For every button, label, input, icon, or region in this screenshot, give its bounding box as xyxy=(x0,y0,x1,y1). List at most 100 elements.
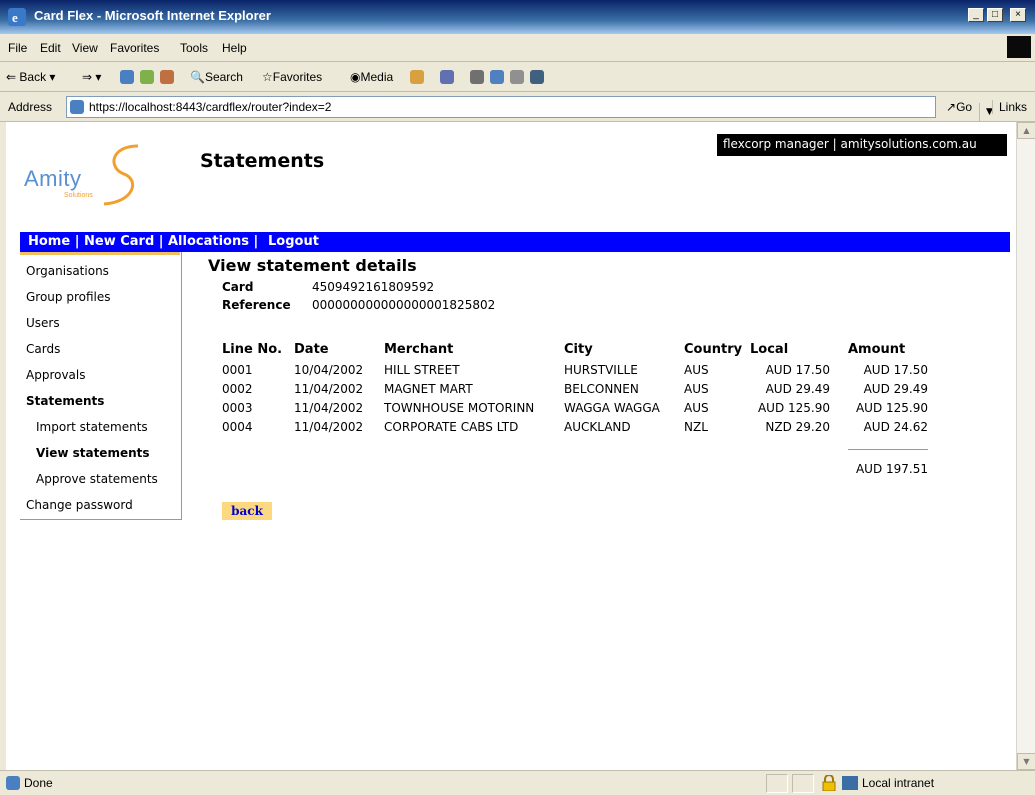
status-text: Done xyxy=(24,776,53,790)
amity-logo: Amity Solutions xyxy=(22,140,152,210)
table-cell: AUD 29.49 xyxy=(765,382,830,396)
stop-icon[interactable] xyxy=(120,70,134,84)
table-cell: AUS xyxy=(684,382,709,396)
vertical-scrollbar[interactable]: ▲ ▼ xyxy=(1016,122,1035,770)
page-icon xyxy=(70,100,84,114)
table-cell: AUD 125.90 xyxy=(757,401,830,415)
toolbar: ⇐ Back ▾ ⇒ ▾ 🔍Search ☆Favorites ◉Media xyxy=(0,62,1035,92)
menu-favorites[interactable]: Favorites xyxy=(110,41,159,55)
minimize-button[interactable]: _ xyxy=(968,8,984,22)
nav-allocations[interactable]: Allocations | xyxy=(168,234,258,249)
status-bar: Done Local intranet xyxy=(0,770,1035,795)
title-bar: e Card Flex - Microsoft Internet Explore… xyxy=(0,0,1035,34)
card-value: 4509492161809592 xyxy=(312,280,435,294)
menu-view[interactable]: View xyxy=(72,41,98,55)
table-cell: AUCKLAND xyxy=(564,420,631,434)
table-cell: AUD 24.62 xyxy=(863,420,928,434)
zone-text: Local intranet xyxy=(862,776,935,790)
table-cell: MAGNET MART xyxy=(384,382,473,396)
table-cell: WAGGA WAGGA xyxy=(564,401,660,415)
sidebar-item-change-password[interactable]: Change password xyxy=(26,498,133,512)
address-bar: Address https://localhost:8443/cardflex/… xyxy=(0,92,1035,122)
nav-new-card[interactable]: New Card | xyxy=(84,234,164,249)
window-title: Card Flex - Microsoft Internet Explorer xyxy=(34,8,271,23)
media-label: Media xyxy=(360,70,394,84)
table-cell: NZD 29.20 xyxy=(765,420,830,434)
logo-subtext: Solutions xyxy=(64,192,93,199)
sidebar-item-users[interactable]: Users xyxy=(26,316,60,330)
intranet-zone-icon xyxy=(842,776,858,790)
sidebar-item-statements[interactable]: Statements xyxy=(26,394,104,408)
go-button[interactable]: ↗Go xyxy=(946,100,972,114)
scroll-down-icon[interactable]: ▼ xyxy=(1017,753,1035,770)
refresh-icon[interactable] xyxy=(140,70,154,84)
table-cell: AUD 17.50 xyxy=(863,363,928,377)
col-header-merchant: Merchant xyxy=(384,342,454,357)
search-label: Search xyxy=(204,70,243,84)
table-cell: 0004 xyxy=(222,420,253,434)
total-divider xyxy=(848,449,928,450)
search-button[interactable]: 🔍Search xyxy=(190,70,243,84)
messenger-icon[interactable] xyxy=(530,70,544,84)
lock-icon xyxy=(822,775,836,791)
back-nav-label: Back xyxy=(19,70,47,84)
address-label: Address xyxy=(8,100,53,114)
back-nav-button[interactable]: ⇐ Back ▾ xyxy=(6,70,55,84)
table-cell: AUS xyxy=(684,401,709,415)
sidebar-accent xyxy=(20,252,180,255)
page-viewport: Amity Solutions Statements flexcorp mana… xyxy=(6,122,1016,770)
table-cell: AUD 17.50 xyxy=(765,363,830,377)
table-cell: NZL xyxy=(684,420,708,434)
nav-home[interactable]: Home | xyxy=(28,234,79,249)
nav-logout[interactable]: Logout xyxy=(268,234,319,249)
table-cell: AUD 125.90 xyxy=(855,401,928,415)
sidebar-item-approve-statements[interactable]: Approve statements xyxy=(36,472,158,486)
status-panel xyxy=(766,774,788,793)
nav-bar: Home | New Card | Allocations | Logout xyxy=(20,232,1010,252)
mail-icon[interactable] xyxy=(440,70,454,84)
favorites-button[interactable]: ☆Favorites xyxy=(262,70,322,84)
sidebar-item-cards[interactable]: Cards xyxy=(26,342,60,356)
menu-tools[interactable]: Tools xyxy=(180,41,208,55)
back-button[interactable]: back xyxy=(222,502,272,520)
history-icon[interactable] xyxy=(410,70,424,84)
sidebar-item-view-statements[interactable]: View statements xyxy=(36,446,150,460)
svg-text:e: e xyxy=(12,10,18,25)
total-amount: AUD 197.51 xyxy=(855,462,928,476)
links-button[interactable]: Links xyxy=(992,100,1027,114)
scroll-up-icon[interactable]: ▲ xyxy=(1017,122,1035,139)
discuss-icon[interactable] xyxy=(510,70,524,84)
table-cell: BELCONNEN xyxy=(564,382,639,396)
address-input[interactable]: https://localhost:8443/cardflex/router?i… xyxy=(66,96,999,121)
reference-value: 000000000000000001825802 xyxy=(312,298,496,312)
status-panel xyxy=(792,774,814,793)
table-cell: 11/04/2002 xyxy=(294,401,364,415)
menu-help[interactable]: Help xyxy=(222,41,247,55)
edit-icon[interactable] xyxy=(490,70,504,84)
col-header-city: City xyxy=(564,342,593,357)
table-cell: CORPORATE CABS LTD xyxy=(384,420,519,434)
media-button[interactable]: ◉Media xyxy=(350,70,393,84)
menu-file[interactable]: File xyxy=(8,41,27,55)
favorites-label: Favorites xyxy=(272,70,323,84)
table-cell: 11/04/2002 xyxy=(294,382,364,396)
sidebar-item-group-profiles[interactable]: Group profiles xyxy=(26,290,111,304)
sidebar-item-organisations[interactable]: Organisations xyxy=(26,264,109,278)
maximize-button[interactable]: □ xyxy=(987,8,1003,22)
home-icon[interactable] xyxy=(160,70,174,84)
table-cell: TOWNHOUSE MOTORINN xyxy=(384,401,535,415)
menu-edit[interactable]: Edit xyxy=(40,41,61,55)
forward-nav-button[interactable]: ⇒ ▾ xyxy=(82,70,101,84)
sidebar-item-approvals[interactable]: Approvals xyxy=(26,368,86,382)
address-url: https://localhost:8443/cardflex/router?i… xyxy=(89,100,332,114)
col-header-date: Date xyxy=(294,342,329,357)
print-icon[interactable] xyxy=(470,70,484,84)
details-title: View statement details xyxy=(208,256,417,275)
sidebar: Organisations Group profiles Users Cards… xyxy=(20,252,182,520)
col-header-amount: Amount xyxy=(848,342,906,357)
page-title: Statements xyxy=(200,150,325,172)
sidebar-item-import-statements[interactable]: Import statements xyxy=(36,420,148,434)
status-page-icon xyxy=(6,776,20,790)
logo-swoosh-icon xyxy=(103,144,139,206)
close-button[interactable]: × xyxy=(1010,8,1026,22)
